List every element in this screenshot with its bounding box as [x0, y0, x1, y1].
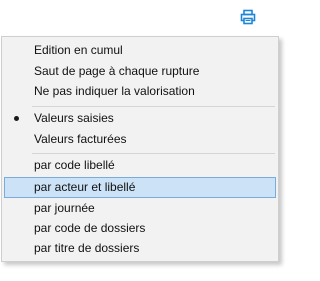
menu-item-edition-en-cumul[interactable]: Edition en cumul: [4, 40, 276, 61]
menu-item-label: Edition en cumul: [34, 43, 123, 57]
print-button[interactable]: [237, 6, 259, 28]
menu-item-label: Ne pas indiquer la valorisation: [34, 84, 195, 98]
menu-item-label: Valeurs facturées: [34, 132, 127, 146]
menu-separator: [32, 106, 275, 107]
options-context-menu: Edition en cumul Saut de page à chaque r…: [1, 36, 279, 262]
menu-item-par-journee[interactable]: par journée: [4, 198, 276, 219]
menu-item-saut-de-page[interactable]: Saut de page à chaque rupture: [4, 61, 276, 82]
page: Edition en cumul Saut de page à chaque r…: [0, 0, 299, 281]
menu-item-label: par titre de dossiers: [34, 241, 140, 255]
menu-item-ne-pas-indiquer-valorisation[interactable]: Ne pas indiquer la valorisation: [4, 81, 276, 102]
menu-item-par-code-de-dossiers[interactable]: par code de dossiers: [4, 218, 276, 239]
menu-separator: [32, 153, 275, 154]
menu-item-label: Valeurs saisies: [34, 111, 114, 125]
menu-item-label: Saut de page à chaque rupture: [34, 64, 200, 78]
menu-item-par-titre-de-dossiers[interactable]: par titre de dossiers: [4, 238, 276, 259]
menu-item-par-code-libelle[interactable]: par code libellé: [4, 155, 276, 176]
menu-item-label: par code libellé: [34, 158, 115, 172]
menu-item-label: par journée: [34, 201, 95, 215]
menu-item-label: par acteur et libellé: [34, 180, 136, 194]
menu-item-label: par code de dossiers: [34, 221, 146, 235]
radio-bullet-icon: [14, 116, 19, 121]
printer-icon: [240, 9, 256, 25]
menu-item-par-acteur-et-libelle[interactable]: par acteur et libellé: [4, 177, 276, 198]
menu-item-valeurs-facturees[interactable]: Valeurs facturées: [4, 129, 276, 150]
menu-item-valeurs-saisies[interactable]: Valeurs saisies: [4, 108, 276, 129]
